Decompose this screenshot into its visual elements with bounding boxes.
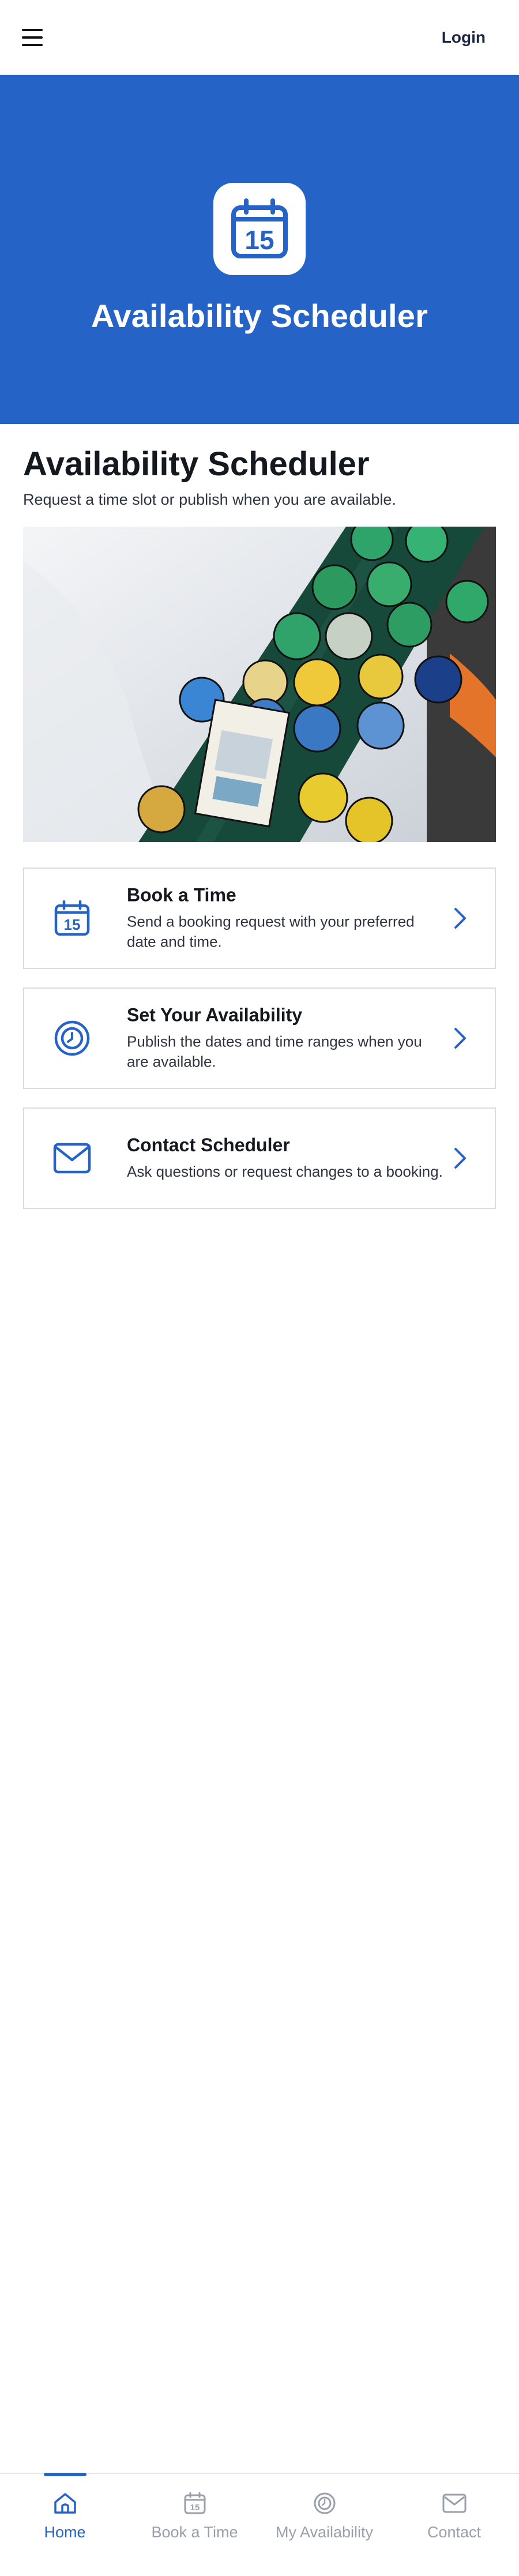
- card-description: Send a booking request with your preferr…: [127, 913, 415, 951]
- card-title: Set Your Availability: [127, 1004, 303, 1026]
- badge-sash-photo: [23, 527, 496, 842]
- nav-label: My Availability: [275, 2524, 374, 2541]
- bottom-navigation: Home 15 Book a Time My Availability Cont…: [0, 2473, 519, 2576]
- nav-item-home[interactable]: Home: [0, 2473, 130, 2576]
- login-link[interactable]: Login: [442, 28, 486, 47]
- calendar-icon: 15: [182, 2490, 208, 2517]
- top-bar: Login: [0, 0, 519, 75]
- hero-title: Availability Scheduler: [91, 298, 428, 334]
- card-text: Contact Scheduler Ask questions or reque…: [127, 1135, 443, 1182]
- envelope-icon: [441, 2490, 468, 2517]
- contact-scheduler-card[interactable]: Contact Scheduler Ask questions or reque…: [23, 1107, 496, 1209]
- main-content: Availability Scheduler Request a time sl…: [23, 424, 496, 509]
- nav-item-contact[interactable]: Contact: [389, 2474, 519, 2576]
- calendar-number: 15: [245, 225, 274, 255]
- chevron-right-icon: [454, 1148, 466, 1169]
- envelope-icon: [52, 1138, 92, 1178]
- chevron-right-icon: [454, 1028, 466, 1049]
- set-availability-card[interactable]: Set Your Availability Publish the dates …: [23, 987, 496, 1089]
- calendar-number: 15: [190, 2503, 200, 2513]
- clock-icon: [52, 1018, 92, 1058]
- card-text: Set Your Availability Publish the dates …: [127, 1004, 443, 1072]
- calendar-number: 15: [64, 916, 81, 933]
- hamburger-menu-icon[interactable]: [22, 28, 43, 46]
- nav-label: Book a Time: [151, 2524, 238, 2541]
- page-title: Availability Scheduler: [23, 445, 370, 483]
- card-description: Ask questions or request changes to a bo…: [127, 1162, 443, 1180]
- card-description: Publish the dates and time ranges when y…: [127, 1032, 422, 1071]
- nav-item-book-a-time[interactable]: 15 Book a Time: [130, 2474, 260, 2576]
- clock-icon: [311, 2490, 338, 2517]
- nav-item-my-availability[interactable]: My Availability: [260, 2474, 389, 2576]
- book-a-time-card[interactable]: 15 Book a Time Send a booking request wi…: [23, 868, 496, 969]
- card-title: Contact Scheduler: [127, 1134, 290, 1155]
- chevron-right-icon: [454, 908, 466, 929]
- home-icon: [52, 2490, 78, 2517]
- action-cards: 15 Book a Time Send a booking request wi…: [23, 868, 496, 1227]
- page-subtitle: Request a time slot or publish when you …: [23, 490, 396, 508]
- calendar-icon: 15: [213, 183, 306, 275]
- hero-banner: 15 Availability Scheduler: [0, 75, 519, 424]
- calendar-icon: 15: [52, 898, 92, 938]
- nav-label: Contact: [427, 2524, 482, 2541]
- nav-label: Home: [44, 2524, 86, 2541]
- card-text: Book a Time Send a booking request with …: [127, 884, 443, 952]
- active-indicator: [43, 2473, 86, 2476]
- card-title: Book a Time: [127, 884, 236, 906]
